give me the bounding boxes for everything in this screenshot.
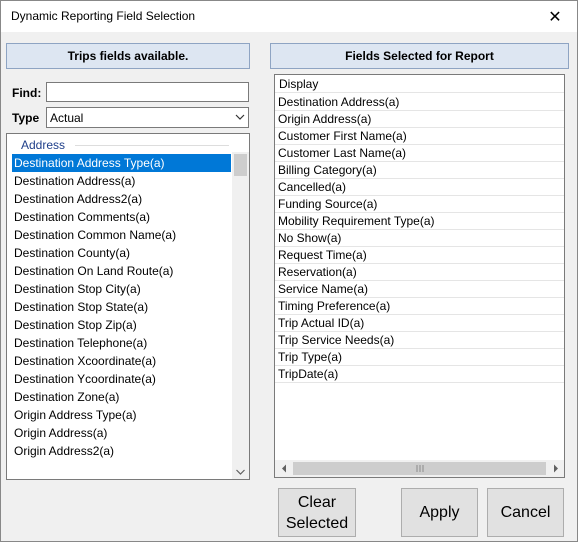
title-bar: Dynamic Reporting Field Selection ✕ — [1, 1, 577, 32]
apply-button[interactable]: Apply — [401, 488, 478, 537]
clear-selected-label-line2: Selected — [285, 514, 349, 532]
scroll-thumb[interactable] — [234, 154, 247, 176]
available-fields-header: Trips fields available. — [6, 43, 250, 69]
list-item[interactable]: Destination Stop City(a) — [12, 280, 231, 298]
table-row[interactable]: Customer First Name(a) — [275, 128, 564, 145]
table-row[interactable]: TripDate(a) — [275, 366, 564, 383]
table-row[interactable]: Destination Address(a) — [275, 94, 564, 111]
table-row[interactable]: Mobility Requirement Type(a) — [275, 213, 564, 230]
scroll-left-icon[interactable] — [275, 460, 292, 477]
table-row[interactable]: Billing Category(a) — [275, 162, 564, 179]
table-row[interactable]: Origin Address(a) — [275, 111, 564, 128]
list-item[interactable]: Destination Address(a) — [12, 172, 231, 190]
type-label: Type — [12, 111, 40, 125]
list-item[interactable]: Destination Common Name(a) — [12, 226, 231, 244]
close-button[interactable]: ✕ — [533, 1, 577, 32]
list-item[interactable]: Destination Stop Zip(a) — [12, 316, 231, 334]
list-item[interactable]: Destination Stop State(a) — [12, 298, 231, 316]
list-item[interactable]: Destination Telephone(a) — [12, 334, 231, 352]
clear-selected-button[interactable]: Clear Selected — [278, 488, 356, 537]
find-input[interactable] — [46, 82, 249, 102]
column-header-display[interactable]: Display — [275, 75, 564, 93]
list-item[interactable]: Destination Xcoordinate(a) — [12, 352, 231, 370]
vertical-scrollbar[interactable] — [232, 152, 249, 479]
table-row[interactable]: Trip Actual ID(a) — [275, 315, 564, 332]
scroll-down-icon[interactable] — [232, 463, 249, 479]
scroll-right-icon[interactable] — [547, 460, 564, 477]
clear-selected-label-line1: Clear — [297, 493, 337, 511]
table-row[interactable]: Timing Preference(a) — [275, 298, 564, 315]
table-row[interactable]: Request Time(a) — [275, 247, 564, 264]
available-fields-list[interactable]: Address Destination Address Type(a) Desti… — [6, 133, 250, 480]
list-item[interactable]: Destination Address Type(a) — [12, 154, 231, 172]
list-item[interactable]: Origin Address(a) — [12, 424, 231, 442]
selected-fields-grid[interactable]: Display Destination Address(a) Origin Add… — [274, 74, 565, 478]
close-icon: ✕ — [548, 8, 562, 26]
list-item[interactable]: Destination Ycoordinate(a) — [12, 370, 231, 388]
table-row[interactable]: Customer Last Name(a) — [275, 145, 564, 162]
table-row[interactable]: Trip Service Needs(a) — [275, 332, 564, 349]
list-item[interactable]: Destination County(a) — [12, 244, 231, 262]
find-label: Find: — [12, 86, 42, 100]
group-header-label: Address — [21, 138, 66, 152]
table-row[interactable]: Service Name(a) — [275, 281, 564, 298]
type-dropdown[interactable]: Actual — [46, 107, 249, 128]
type-dropdown-value: Actual — [50, 111, 84, 125]
table-row[interactable]: Cancelled(a) — [275, 179, 564, 196]
table-row[interactable]: No Show(a) — [275, 230, 564, 247]
group-header-address: Address — [7, 134, 233, 154]
horizontal-scrollbar[interactable] — [275, 460, 564, 477]
list-item[interactable]: Origin Address Type(a) — [12, 406, 231, 424]
dialog-window: Dynamic Reporting Field Selection ✕ Trip… — [0, 0, 578, 542]
list-item[interactable]: Origin Address2(a) — [12, 442, 231, 460]
list-item[interactable]: Destination Zone(a) — [12, 388, 231, 406]
table-row[interactable]: Trip Type(a) — [275, 349, 564, 366]
table-row[interactable]: Reservation(a) — [275, 264, 564, 281]
table-row[interactable]: Funding Source(a) — [275, 196, 564, 213]
chevron-down-icon — [235, 110, 245, 127]
list-item[interactable]: Destination On Land Route(a) — [12, 262, 231, 280]
list-item[interactable]: Destination Comments(a) — [12, 208, 231, 226]
scroll-thumb[interactable] — [293, 462, 546, 475]
selected-fields-header: Fields Selected for Report — [270, 43, 569, 69]
window-title: Dynamic Reporting Field Selection — [11, 9, 196, 23]
cancel-button[interactable]: Cancel — [487, 488, 564, 537]
list-item[interactable]: Destination Address2(a) — [12, 190, 231, 208]
group-divider — [75, 145, 229, 146]
